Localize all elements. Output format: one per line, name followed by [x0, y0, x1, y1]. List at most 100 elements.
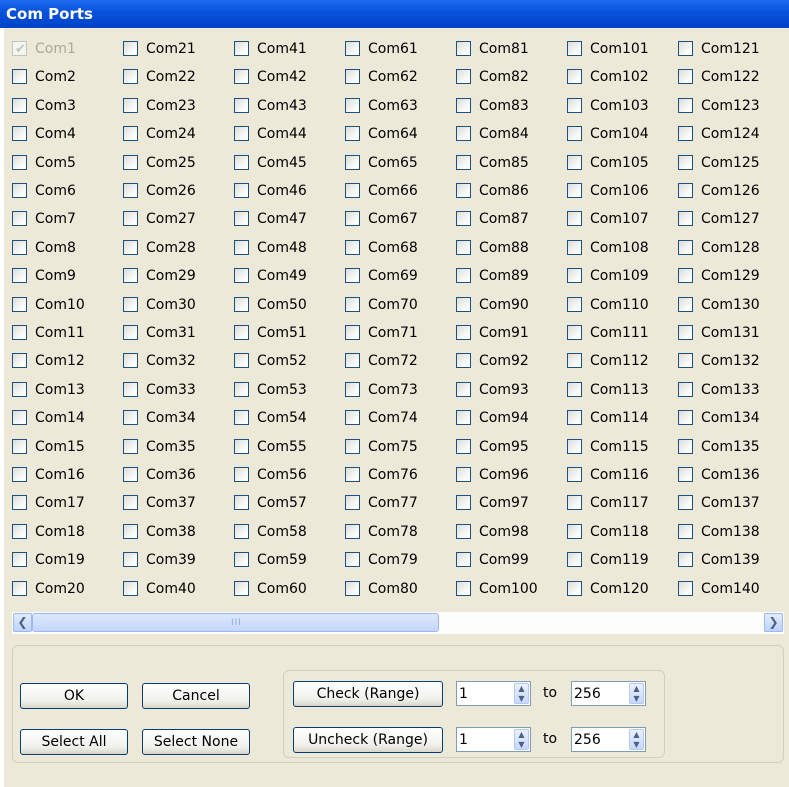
- checkbox-box[interactable]: [234, 97, 249, 113]
- checkbox-com80[interactable]: Com80: [345, 578, 451, 600]
- checkbox-com96[interactable]: Com96: [456, 464, 562, 486]
- checkbox-com58[interactable]: Com58: [234, 521, 340, 543]
- checkbox-com67[interactable]: Com67: [345, 208, 451, 230]
- checkbox-box[interactable]: [567, 580, 582, 596]
- checkbox-box[interactable]: [678, 211, 693, 227]
- checkbox-com132[interactable]: Com132: [678, 350, 784, 372]
- checkbox-com17[interactable]: Com17: [12, 492, 118, 514]
- checkbox-com31[interactable]: Com31: [123, 322, 229, 344]
- checkbox-box[interactable]: [345, 325, 360, 340]
- checkbox-box[interactable]: [345, 211, 360, 227]
- check-range-button[interactable]: Check (Range): [293, 681, 443, 707]
- checkbox-com34[interactable]: Com34: [123, 407, 229, 429]
- checkbox-com110[interactable]: Com110: [567, 294, 673, 316]
- checkbox-com41[interactable]: Com41: [234, 38, 340, 60]
- checkbox-box[interactable]: [678, 580, 693, 596]
- checkbox-box[interactable]: [456, 69, 471, 85]
- checkbox-box[interactable]: [456, 183, 471, 198]
- checkbox-com130[interactable]: Com130: [678, 294, 784, 316]
- checkbox-com33[interactable]: Com33: [123, 379, 229, 401]
- checkbox-com77[interactable]: Com77: [345, 492, 451, 514]
- checkbox-com120[interactable]: Com120: [567, 578, 673, 600]
- checkbox-box[interactable]: [678, 268, 693, 284]
- checkbox-box[interactable]: [12, 467, 27, 482]
- checkbox-com63[interactable]: Com63: [345, 95, 451, 117]
- checkbox-com134[interactable]: Com134: [678, 407, 784, 429]
- checkbox-box[interactable]: [12, 154, 27, 170]
- scrollbar-thumb[interactable]: III: [32, 613, 439, 632]
- checkbox-box[interactable]: [345, 580, 360, 596]
- checkbox-com56[interactable]: Com56: [234, 464, 340, 486]
- checkbox-box[interactable]: [234, 467, 249, 482]
- checkbox-com47[interactable]: Com47: [234, 208, 340, 230]
- checkbox-com123[interactable]: Com123: [678, 95, 784, 117]
- checkbox-com98[interactable]: Com98: [456, 521, 562, 543]
- checkbox-com108[interactable]: Com108: [567, 237, 673, 259]
- checkbox-com106[interactable]: Com106: [567, 180, 673, 202]
- checkbox-com129[interactable]: Com129: [678, 265, 784, 287]
- checkbox-box[interactable]: [123, 183, 138, 198]
- scroll-left-arrow-icon[interactable]: ❮: [13, 613, 32, 632]
- checkbox-box[interactable]: [123, 211, 138, 227]
- checkbox-box[interactable]: [345, 268, 360, 284]
- checkbox-com2[interactable]: Com2: [12, 66, 118, 88]
- spin-down-icon[interactable]: ▼: [515, 740, 528, 750]
- checkbox-box[interactable]: [456, 239, 471, 255]
- checkbox-com86[interactable]: Com86: [456, 180, 562, 202]
- checkbox-com90[interactable]: Com90: [456, 294, 562, 316]
- checkbox-box[interactable]: [678, 523, 693, 539]
- uncheck-range-button[interactable]: Uncheck (Range): [293, 727, 443, 753]
- checkbox-box[interactable]: [123, 126, 138, 142]
- checkbox-box[interactable]: [123, 495, 138, 511]
- checkbox-box[interactable]: [12, 325, 27, 340]
- checkbox-box[interactable]: [123, 97, 138, 113]
- spin-down-icon[interactable]: ▼: [515, 694, 528, 704]
- checkbox-com114[interactable]: Com114: [567, 407, 673, 429]
- checkbox-box[interactable]: [345, 438, 360, 454]
- checkbox-box[interactable]: [234, 126, 249, 142]
- checkbox-com55[interactable]: Com55: [234, 436, 340, 458]
- checkbox-box[interactable]: [456, 580, 471, 596]
- checkbox-box[interactable]: [12, 211, 27, 227]
- checkbox-com124[interactable]: Com124: [678, 123, 784, 145]
- checkbox-box[interactable]: [12, 353, 27, 369]
- checkbox-com42[interactable]: Com42: [234, 66, 340, 88]
- checkbox-com105[interactable]: Com105: [567, 152, 673, 174]
- check-to-spinner[interactable]: ▲ ▼: [571, 681, 646, 706]
- checkbox-box[interactable]: [12, 580, 27, 596]
- checkbox-box[interactable]: [567, 353, 582, 369]
- checkbox-com104[interactable]: Com104: [567, 123, 673, 145]
- checkbox-com62[interactable]: Com62: [345, 66, 451, 88]
- checkbox-com9[interactable]: Com9: [12, 265, 118, 287]
- checkbox-box[interactable]: [678, 154, 693, 170]
- checkbox-box[interactable]: [456, 97, 471, 113]
- checkbox-box[interactable]: [12, 239, 27, 255]
- checkbox-box[interactable]: [456, 467, 471, 482]
- checkbox-box[interactable]: [567, 268, 582, 284]
- checkbox-box[interactable]: [567, 41, 582, 56]
- checkbox-box[interactable]: [567, 183, 582, 198]
- checkbox-com23[interactable]: Com23: [123, 95, 229, 117]
- checkbox-box[interactable]: [567, 438, 582, 454]
- checkbox-com35[interactable]: Com35: [123, 436, 229, 458]
- checkbox-com43[interactable]: Com43: [234, 95, 340, 117]
- checkbox-box[interactable]: [678, 495, 693, 511]
- checkbox-com40[interactable]: Com40: [123, 578, 229, 600]
- checkbox-com12[interactable]: Com12: [12, 350, 118, 372]
- checkbox-com60[interactable]: Com60: [234, 578, 340, 600]
- checkbox-com99[interactable]: Com99: [456, 549, 562, 571]
- checkbox-box[interactable]: [123, 154, 138, 170]
- checkbox-com140[interactable]: Com140: [678, 578, 784, 600]
- checkbox-box[interactable]: [234, 495, 249, 511]
- checkbox-com66[interactable]: Com66: [345, 180, 451, 202]
- checkbox-com95[interactable]: Com95: [456, 436, 562, 458]
- checkbox-box[interactable]: [345, 353, 360, 369]
- checkbox-box[interactable]: [234, 552, 249, 568]
- checkbox-com126[interactable]: Com126: [678, 180, 784, 202]
- checkbox-box[interactable]: [567, 467, 582, 482]
- checkbox-box[interactable]: [12, 268, 27, 284]
- checkbox-com70[interactable]: Com70: [345, 294, 451, 316]
- uncheck-to-spin-arrows[interactable]: ▲ ▼: [629, 729, 644, 750]
- spin-up-icon[interactable]: ▲: [515, 730, 528, 740]
- checkbox-box[interactable]: [456, 438, 471, 454]
